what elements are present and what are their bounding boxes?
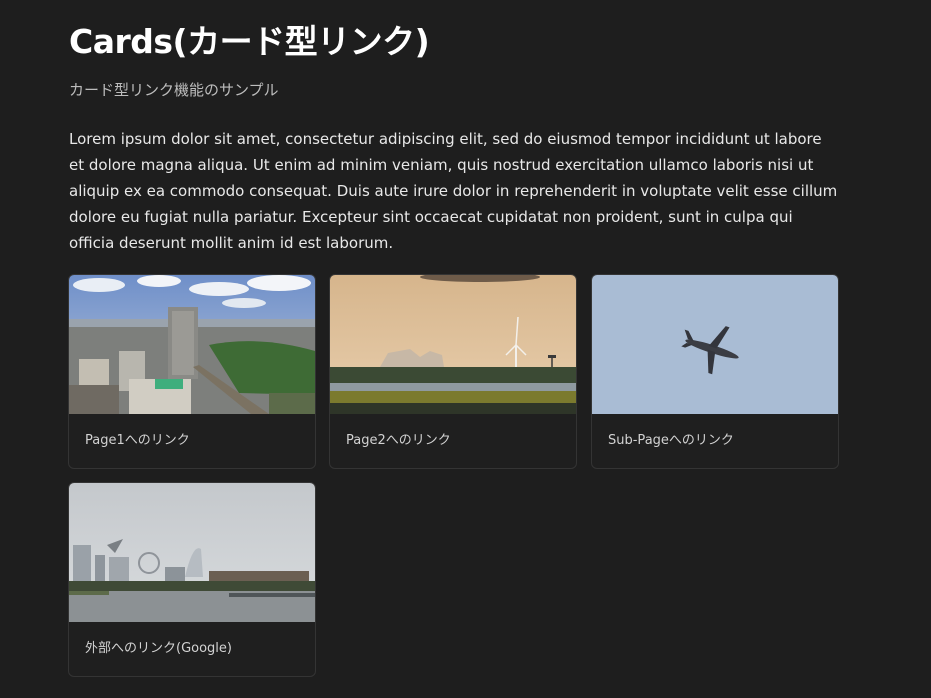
page-title: Cards(カード型リンク) (69, 22, 430, 61)
main-content: Cards(カード型リンク) カード型リンク機能のサンプル Lorem ipsu… (69, 0, 839, 256)
card-label: Page1へのリンク (85, 433, 190, 448)
card-page1[interactable]: Page1へのリンク (68, 274, 316, 469)
card-label: Page2へのリンク (346, 433, 451, 448)
card-label: 外部へのリンク(Google) (85, 641, 232, 656)
page-subtitle: カード型リンク機能のサンプル (69, 81, 279, 99)
body-paragraph: Lorem ipsum dolor sit amet, consectetur … (69, 130, 838, 252)
card-page2[interactable]: Page2へのリンク (329, 274, 577, 469)
page: Cards(カード型リンク) カード型リンク機能のサンプル Lorem ipsu… (0, 0, 931, 698)
harbor-skyline-photo (69, 483, 315, 622)
card-subpage[interactable]: Sub-Pageへのリンク (591, 274, 839, 469)
card-label: Sub-Pageへのリンク (608, 433, 734, 448)
card-external-google[interactable]: 外部へのリンク(Google) (68, 482, 316, 677)
wind-turbine-photo (330, 275, 576, 414)
city-skyline-photo (69, 275, 315, 414)
airplane-photo (592, 275, 838, 414)
